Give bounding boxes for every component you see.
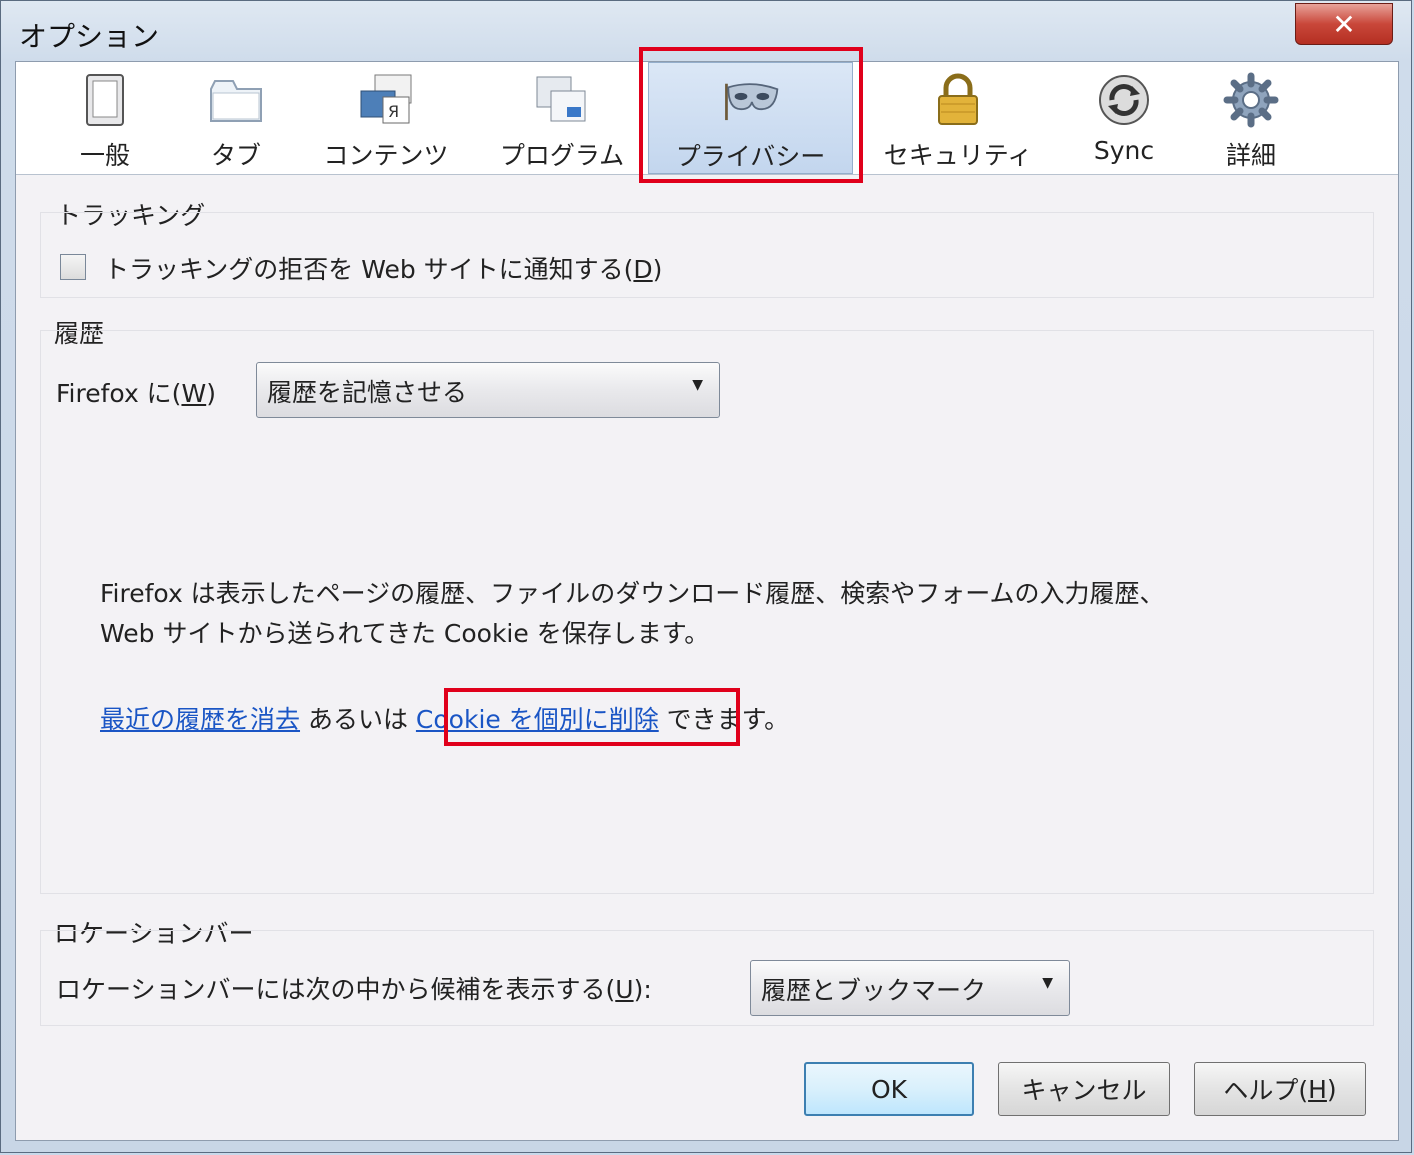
clear-recent-history-link[interactable]: 最近の履歴を消去 [100, 705, 300, 734]
content-icon: Я [356, 70, 416, 130]
tab-tabs[interactable]: タブ [196, 62, 276, 174]
chevron-down-icon: ▼ [1042, 975, 1053, 991]
firefox-history-label: Firefox に(W) [56, 379, 216, 408]
tab-label: タブ [210, 141, 261, 170]
title-bar: オプション ✕ [1, 1, 1411, 59]
tab-label: Sync [1093, 136, 1155, 165]
close-button[interactable]: ✕ [1295, 3, 1393, 45]
location-bar-suggest-value: 履歴とブックマーク [761, 976, 987, 1005]
pane-toolbar: 一般 タブ Я コンテンツ プログラム プライバシー セキュリティ Sync 詳… [16, 62, 1398, 175]
dialog-body: 一般 タブ Я コンテンツ プログラム プライバシー セキュリティ Sync 詳… [15, 61, 1399, 1141]
location-bar-suggest-label: ロケーションバーには次の中から候補を表示する(U): [56, 975, 652, 1004]
do-not-track-label[interactable]: トラッキングの拒否を Web サイトに通知する(D) [104, 250, 662, 286]
remove-individual-cookies-link[interactable]: Cookie を個別に削除 [416, 705, 659, 734]
history-description-line2: Web サイトから送られてきた Cookie を保存します。 [100, 619, 710, 648]
tab-label: セキュリティ [883, 141, 1033, 170]
do-not-track-checkbox[interactable] [60, 254, 86, 280]
chevron-down-icon: ▼ [692, 377, 703, 393]
padlock-icon [928, 70, 988, 130]
can-text: できます。 [658, 705, 790, 734]
tab-security[interactable]: セキュリティ [868, 62, 1048, 174]
or-text: あるいは [300, 705, 416, 734]
sync-icon [1094, 70, 1154, 130]
ok-button[interactable]: OK [804, 1062, 974, 1116]
tabs-icon [206, 70, 266, 130]
history-description-line1: Firefox は表示したページの履歴、ファイルのダウンロード履歴、検索やフォー… [100, 579, 1165, 608]
tab-advanced[interactable]: 詳細 [1216, 62, 1286, 174]
tab-label: 詳細 [1225, 141, 1276, 170]
gear-icon [1221, 70, 1281, 130]
window-title: オプション [19, 20, 160, 53]
svg-text:Я: Я [388, 102, 399, 121]
history-mode-select[interactable]: 履歴を記憶させる ▼ [256, 362, 720, 418]
general-icon [75, 70, 135, 130]
tab-content[interactable]: Я コンテンツ [316, 62, 456, 174]
tab-privacy[interactable]: プライバシー [648, 62, 853, 174]
tab-label: プログラム [499, 141, 625, 170]
options-window: オプション ✕ 一般 タブ Я コンテンツ プログラム プライバシー セキュリテ… [0, 0, 1412, 1153]
tab-general[interactable]: 一般 [66, 62, 144, 174]
close-icon: ✕ [1332, 7, 1356, 41]
tab-sync[interactable]: Sync [1084, 62, 1164, 174]
applications-icon [532, 70, 592, 130]
history-mode-value: 履歴を記憶させる [267, 378, 468, 407]
privacy-mask-icon [721, 71, 781, 131]
help-button[interactable]: ヘルプ(H) [1194, 1062, 1366, 1116]
tab-label: プライバシー [675, 142, 826, 171]
tab-applications[interactable]: プログラム [492, 62, 632, 174]
tab-label: コンテンツ [323, 141, 449, 170]
cancel-button[interactable]: キャンセル [998, 1062, 1170, 1116]
history-actions: 最近の履歴を消去 あるいは Cookie を個別に削除 できます。 [100, 700, 789, 736]
location-bar-suggest-select[interactable]: 履歴とブックマーク ▼ [750, 960, 1070, 1016]
tab-label: 一般 [79, 141, 130, 170]
